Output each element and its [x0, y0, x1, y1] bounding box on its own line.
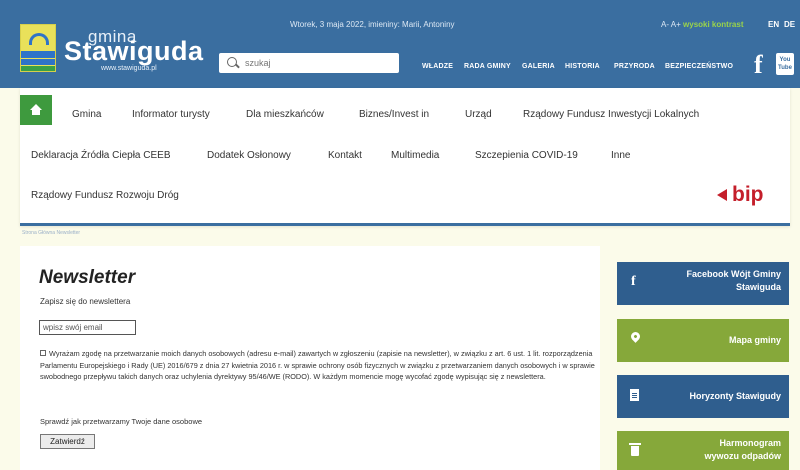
tile-label-line2: wywozu odpadów	[704, 451, 782, 461]
youtube-icon[interactable]: You Tube	[776, 53, 794, 75]
site-header: gmina Stawiguda www.stawiguda.pl Wtorek,…	[0, 0, 800, 88]
menu-inne[interactable]: Inne	[611, 150, 630, 161]
youtube-icon-top: You	[779, 57, 791, 63]
menu-biznes-invest[interactable]: Biznes/Invest in	[359, 109, 429, 120]
newsletter-subtitle: Zapisz się do newslettera	[40, 297, 131, 306]
date-nameday: Wtorek, 3 maja 2022, imieniny: Marii, An…	[290, 20, 455, 29]
logo-base	[21, 66, 55, 71]
tile-label-line1: Harmonogram	[719, 438, 781, 448]
topnav-galeria[interactable]: GALERIA	[522, 63, 555, 70]
topnav-historia[interactable]: HISTORIA	[565, 63, 600, 70]
menu-urzad[interactable]: Urząd	[465, 109, 492, 120]
topnav-przyroda[interactable]: PRZYRODA	[614, 63, 655, 70]
tile-label-line1: Facebook Wójt Gminy	[686, 269, 781, 279]
home-icon	[30, 104, 42, 116]
consent-text: Wyrażam zgodę na przetwarzanie moich dan…	[40, 349, 595, 381]
lang-en-link[interactable]: EN	[768, 20, 779, 29]
menu-multimedia[interactable]: Multimedia	[391, 150, 439, 161]
logo-arc	[29, 33, 49, 45]
coat-of-arms-logo[interactable]	[20, 24, 56, 72]
tile-label-line2: Stawiguda	[735, 282, 781, 292]
logo-wave-2	[21, 59, 55, 65]
breadcrumb[interactable]: Strona Główna Newsletter	[22, 230, 80, 236]
tile-label: Facebook Wójt Gminy Stawiguda	[686, 268, 781, 294]
map-pin-icon	[629, 330, 642, 343]
topnav-bezpieczenstwo[interactable]: BEZPIECZEŃSTWO	[665, 63, 733, 70]
topnav-rada-gminy[interactable]: RADA GMINY	[464, 63, 511, 70]
bip-link[interactable]: bip	[732, 183, 764, 207]
search-icon[interactable]	[227, 57, 237, 67]
privacy-link[interactable]: Sprawdź jak przetwarzamy Twoje dane osob…	[40, 417, 202, 426]
search-box	[219, 53, 399, 73]
facebook-icon: f	[631, 274, 636, 289]
tile-harmonogram-odpadow[interactable]: Harmonogram wywozu odpadów	[617, 431, 789, 470]
bip-flag-icon	[717, 189, 731, 201]
trash-icon	[629, 443, 641, 456]
menu-informator-turysty[interactable]: Informator turysty	[132, 109, 210, 120]
tile-label: Horyzonty Stawigudy	[689, 391, 781, 401]
page-title: Newsletter	[39, 267, 136, 288]
menu-deklaracja-ceeb[interactable]: Deklaracja Źródła Ciepła CEEB	[31, 150, 171, 161]
menu-rfrd[interactable]: Rządowy Fundusz Rozwoju Dróg	[31, 190, 179, 201]
menu-szczepienia-covid[interactable]: Szczepienia COVID-19	[475, 150, 578, 161]
menu-dodatek-oslonowy[interactable]: Dodatek Osłonowy	[207, 150, 291, 161]
accessibility-controls: A- A+ wysoki kontrast	[661, 20, 744, 29]
menu-gmina[interactable]: Gmina	[72, 109, 101, 120]
logo-wave-1	[21, 51, 55, 58]
document-icon	[630, 389, 639, 401]
search-input[interactable]	[245, 56, 393, 70]
font-smaller-button[interactable]: A-	[661, 20, 669, 29]
tile-label: Harmonogram wywozu odpadów	[705, 437, 782, 463]
tile-facebook-wojt[interactable]: f Facebook Wójt Gminy Stawiguda	[617, 262, 789, 305]
menu-rfil[interactable]: Rządowy Fundusz Inwestycji Lokalnych	[523, 109, 699, 120]
logo-name-text[interactable]: Stawiguda	[64, 36, 204, 67]
submit-button[interactable]: Zatwierdź	[40, 434, 95, 449]
high-contrast-button[interactable]: wysoki kontrast	[683, 20, 743, 29]
tile-label: Mapa gminy	[728, 335, 781, 345]
font-larger-button[interactable]: A+	[671, 20, 681, 29]
lang-de-link[interactable]: DE	[784, 20, 795, 29]
logo-url-text: www.stawiguda.pl	[101, 65, 157, 72]
youtube-icon-bottom: Tube	[778, 65, 792, 71]
topnav-wladze[interactable]: WŁADZE	[422, 63, 453, 70]
tile-horyzonty-stawigudy[interactable]: Horyzonty Stawigudy	[617, 375, 789, 418]
email-field[interactable]	[39, 320, 136, 335]
tile-mapa-gminy[interactable]: Mapa gminy	[617, 319, 789, 362]
menu-kontakt[interactable]: Kontakt	[328, 150, 362, 161]
menu-dla-mieszkancow[interactable]: Dla mieszkańców	[246, 109, 324, 120]
home-button[interactable]	[20, 95, 52, 125]
facebook-icon[interactable]: f	[754, 50, 763, 80]
